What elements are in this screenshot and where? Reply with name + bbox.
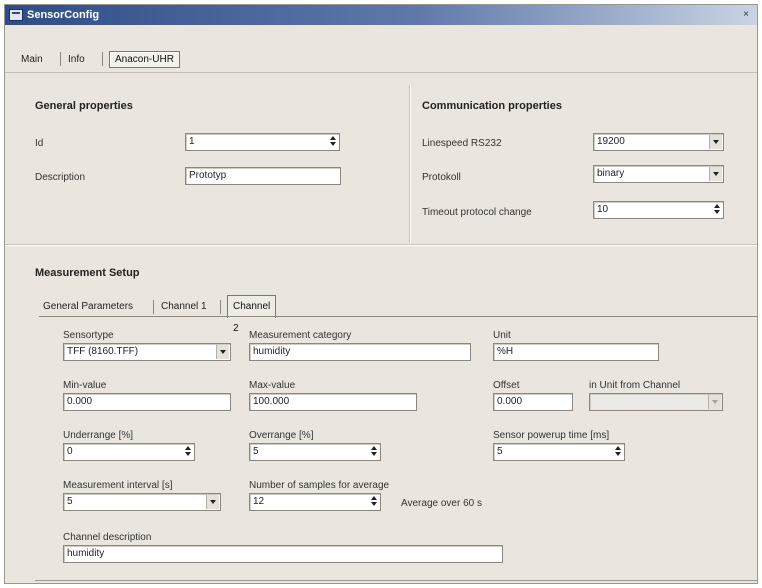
powerup-time-value: 5 (497, 446, 503, 457)
dropdown-arrow-icon[interactable] (206, 495, 219, 509)
samples-value: 12 (253, 496, 265, 507)
max-value-input[interactable]: 100.000 (249, 393, 417, 411)
timeout-label: Timeout protocol change (422, 207, 532, 218)
dropdown-arrow-icon[interactable] (216, 345, 229, 359)
overrange-spinner[interactable]: 5 (249, 443, 381, 461)
linespeed-dropdown[interactable]: 19200 (593, 133, 724, 151)
close-icon[interactable]: × (739, 8, 753, 21)
tab-separator (60, 52, 61, 66)
measurement-setup-heading: Measurement Setup (35, 267, 140, 279)
top-tab-bar: Main Info Anacon-UHR (5, 43, 757, 73)
linespeed-value: 19200 (597, 136, 625, 147)
measurement-interval-dropdown[interactable]: 5 (63, 493, 221, 511)
spinner-arrows-icon[interactable] (368, 445, 379, 459)
average-over-text: Average over 60 s (401, 498, 482, 509)
window-title: SensorConfig (27, 9, 100, 21)
powerup-time-spinner[interactable]: 5 (493, 443, 625, 461)
title-bar[interactable]: SensorConfig × (5, 5, 757, 25)
dropdown-arrow-icon[interactable] (709, 135, 722, 149)
tab-general-parameters[interactable]: General Parameters (43, 301, 133, 312)
unit-label: Unit (493, 330, 511, 341)
protocol-value: binary (597, 168, 625, 179)
samples-spinner[interactable]: 12 (249, 493, 381, 511)
overrange-value: 5 (253, 446, 259, 457)
measurement-category-label: Measurement category (249, 330, 352, 341)
underrange-spinner[interactable]: 0 (63, 443, 195, 461)
unit-input[interactable]: %H (493, 343, 659, 361)
communication-properties-heading: Communication properties (422, 100, 562, 112)
general-properties-heading: General properties (35, 100, 133, 112)
tab-separator (102, 52, 103, 66)
underrange-value: 0 (67, 446, 73, 457)
protocol-dropdown[interactable]: binary (593, 165, 724, 183)
min-value-input[interactable]: 0.000 (63, 393, 231, 411)
section-divider-horizontal (5, 245, 757, 246)
timeout-value: 10 (597, 204, 609, 215)
sensortype-dropdown[interactable]: TFF (8160.TFF) (63, 343, 231, 361)
sensortype-label: Sensortype (63, 330, 114, 341)
tab-separator (153, 300, 154, 314)
tab-info[interactable]: Info (68, 54, 85, 65)
tab-main[interactable]: Main (21, 54, 43, 65)
id-value: 1 (189, 136, 195, 147)
description-input[interactable]: Prototyp (185, 167, 341, 185)
dropdown-arrow-icon[interactable] (708, 395, 721, 409)
sensortype-value: TFF (8160.TFF) (67, 346, 139, 357)
id-spinner[interactable]: 1 (185, 133, 340, 151)
tab-anacon-uhr[interactable]: Anacon-UHR (109, 51, 180, 68)
description-label: Description (35, 172, 86, 183)
spinner-arrows-icon[interactable] (368, 495, 379, 509)
measurement-category-input[interactable]: humidity (249, 343, 471, 361)
min-value-label: Min-value (63, 380, 107, 391)
protocol-label: Protokoll (422, 172, 461, 183)
measurement-interval-label: Measurement interval [s] (63, 480, 173, 491)
powerup-time-label: Sensor powerup time [ms] (493, 430, 610, 441)
sensor-config-window: SensorConfig × Main Info Anacon-UHR Gene… (4, 4, 758, 584)
measurement-interval-value: 5 (67, 496, 73, 507)
channel-description-label: Channel description (63, 532, 152, 543)
spinner-arrows-icon[interactable] (711, 203, 722, 217)
max-value-label: Max-value (249, 380, 296, 391)
timeout-spinner[interactable]: 10 (593, 201, 724, 219)
tab-channel-2[interactable]: Channel 2 (227, 295, 277, 334)
spinner-arrows-icon[interactable] (182, 445, 193, 459)
bottom-divider (35, 580, 757, 581)
offset-label: Offset (493, 380, 520, 391)
overrange-label: Overrange [%] (249, 430, 314, 441)
section-divider-vertical (410, 85, 411, 243)
offset-input[interactable]: 0.000 (493, 393, 573, 411)
linespeed-label: Linespeed RS232 (422, 138, 502, 149)
underrange-label: Underrange [%] (63, 430, 134, 441)
spinner-arrows-icon[interactable] (327, 135, 338, 149)
channel-description-input[interactable]: humidity (63, 545, 503, 563)
tab-channel-1[interactable]: Channel 1 (161, 301, 207, 312)
unit-from-channel-label: in Unit from Channel (589, 380, 681, 391)
unit-from-channel-dropdown[interactable] (589, 393, 723, 411)
samples-label: Number of samples for average (249, 480, 390, 491)
id-label: Id (35, 138, 44, 149)
app-icon (9, 9, 23, 21)
dropdown-arrow-icon[interactable] (709, 167, 722, 181)
spinner-arrows-icon[interactable] (612, 445, 623, 459)
tab-separator (220, 300, 221, 314)
